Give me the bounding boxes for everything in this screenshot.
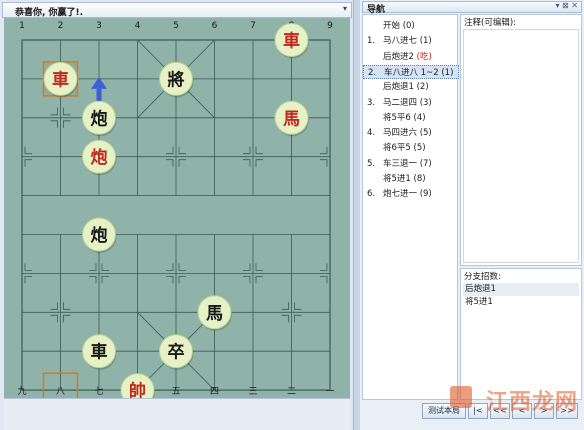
branch-panel: 分支招数: 后炮退1 将5进1: [460, 268, 582, 400]
navigation-panel: 导航 ▾ ⊠ ✕ 开始 (0) 1. 马八进七 (1) 后炮进2 (吃) 2. 车八进八 …: [360, 0, 584, 430]
branch-item[interactable]: 将5进1: [463, 296, 579, 309]
file-number-top: 5: [173, 21, 179, 31]
move-text: 将6平5 (5): [383, 143, 426, 154]
xiangqi-board[interactable]: 123456789九八七六五四三二一車車將炮馬炮炮馬車卒帥: [4, 18, 350, 398]
move-text: 马四进六 (5): [383, 128, 432, 139]
red-horse-piece-label: 馬: [283, 109, 300, 129]
file-number-bottom: 二: [287, 387, 296, 397]
board-tab[interactable]: 恭喜你, 你赢了!. ▾: [2, 2, 352, 18]
move-number: 5.: [367, 158, 376, 169]
move-number: 6.: [367, 189, 376, 200]
notes-label: 注释(可编辑):: [464, 18, 516, 28]
file-number-top: 6: [212, 21, 218, 31]
move-list-item[interactable]: 1. 马八进七 (1): [363, 34, 459, 48]
move-text: 马八进七 (1): [383, 36, 432, 47]
black-horse-piece-label: 馬: [206, 304, 223, 324]
tab-dropdown-icon[interactable]: ▾: [343, 4, 347, 13]
branch-label: 分支招数:: [464, 272, 501, 282]
move-list-item[interactable]: 将5进1 (8): [363, 172, 459, 186]
red-cannon-piece-label: 炮: [91, 147, 108, 168]
move-text: 车三退一 (7): [383, 158, 432, 169]
red-marshal-piece-label: 帥: [129, 381, 146, 398]
file-number-top: 1: [19, 21, 25, 31]
file-number-bottom: 八: [56, 387, 65, 397]
black-general-piece-label: 將: [168, 69, 185, 90]
notes-panel: 注释(可编辑):: [460, 14, 582, 266]
move-list-item[interactable]: 3. 马二退四 (3): [363, 96, 459, 110]
board-status-bar: [4, 398, 350, 430]
red-chariot-piece-2-label: 車: [52, 69, 69, 90]
nav-header: 导航 ▾ ⊠ ✕: [362, 1, 582, 15]
moves-list[interactable]: 开始 (0) 1. 马八进七 (1) 后炮进2 (吃) 2. 车八进八 1~2 (1) 后炮…: [362, 14, 459, 400]
board-panel: 恭喜你, 你赢了!. ▾ 123456789九八七六五四三二一車車將炮馬炮炮馬車…: [0, 0, 354, 430]
move-list-item[interactable]: 开始 (0): [363, 19, 459, 33]
panel-controls-icon[interactable]: ▾ ⊠ ✕: [555, 1, 578, 10]
move-list-item[interactable]: 2. 车八进八 1~2 (1): [363, 64, 459, 79]
move-list-item[interactable]: 4. 马四进六 (5): [363, 126, 459, 140]
black-cannon-piece-label: 炮: [91, 108, 108, 129]
move-list-item[interactable]: 6. 炮七进一 (9): [363, 187, 459, 201]
board-tab-title: 恭喜你, 你赢了!.: [15, 8, 84, 18]
move-list-item[interactable]: 将5平6 (4): [363, 111, 459, 125]
move-list-item[interactable]: 5. 车三退一 (7): [363, 157, 459, 171]
board-svg[interactable]: 123456789九八七六五四三二一車車將炮馬炮炮馬車卒帥: [4, 18, 350, 398]
file-number-bottom: 一: [325, 387, 334, 397]
move-text: 炮七进一 (9): [383, 189, 432, 200]
move-list-item[interactable]: 后炮进2 (吃): [363, 50, 459, 64]
move-list-item[interactable]: 后炮退1 (2): [363, 80, 459, 94]
move-text: 后炮进2 (吃): [383, 51, 432, 62]
file-number-bottom: 九: [17, 386, 26, 397]
move-text: 后炮退1 (2): [383, 82, 429, 93]
file-number-bottom: 七: [94, 386, 103, 397]
black-chariot-piece-label: 車: [91, 342, 108, 363]
watermark-text: 江西龙网: [485, 389, 578, 415]
file-number-top: 3: [96, 21, 102, 31]
move-text: 车八进八 1~2 (1): [384, 67, 454, 78]
move-number: 2.: [368, 67, 377, 78]
move-text: 开始 (0): [383, 21, 415, 31]
move-number: 4.: [367, 128, 376, 139]
branch-item[interactable]: 后炮退1: [463, 283, 579, 296]
watermark-logo-icon: [450, 386, 472, 408]
file-number-bottom: 五: [171, 387, 180, 397]
move-text: 马二退四 (3): [383, 97, 432, 108]
file-number-top: 2: [58, 21, 64, 31]
move-text: 将5平6 (4): [383, 112, 426, 123]
move-number: 3.: [367, 97, 376, 108]
capture-tag: (吃): [416, 51, 432, 62]
file-number-bottom: 三: [248, 387, 257, 397]
file-number-top: 9: [327, 21, 333, 31]
move-number: 1.: [367, 36, 376, 47]
move-list-item[interactable]: 将6平5 (5): [363, 141, 459, 155]
black-cannon-piece-2-label: 炮: [91, 225, 108, 246]
notes-textarea[interactable]: [463, 29, 579, 263]
file-number-top: 4: [135, 21, 141, 31]
black-soldier-piece-label: 卒: [168, 342, 185, 363]
move-text: 将5进1 (8): [383, 174, 426, 184]
file-number-bottom: 四: [210, 387, 219, 397]
red-chariot-piece-label: 車: [283, 31, 300, 52]
file-number-top: 7: [250, 21, 256, 31]
